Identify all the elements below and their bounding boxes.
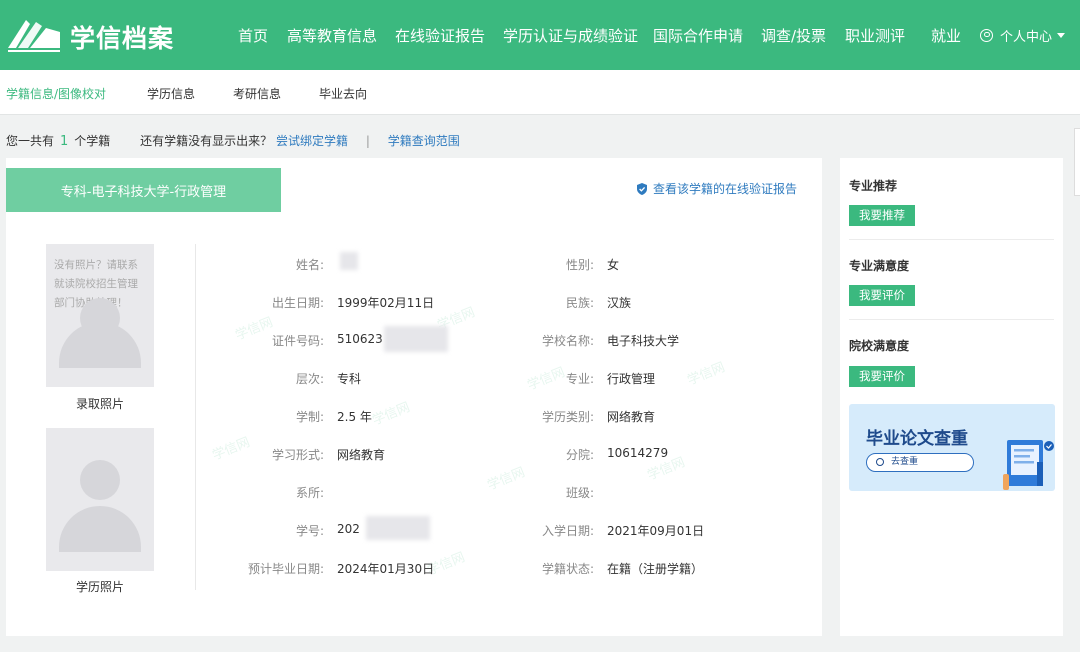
banner-title: 毕业论文查重 (866, 429, 968, 449)
study-form-label: 学习形式: (271, 448, 324, 462)
name-label: 姓名: (295, 258, 324, 272)
logo-text[interactable]: 学信档案 (70, 19, 174, 55)
nav-online-verification[interactable]: 在线验证报告 (395, 25, 485, 46)
watermark: 学信网 (685, 360, 728, 389)
side-float-tab[interactable] (1074, 128, 1080, 196)
monitor-illustration-icon (1003, 440, 1054, 490)
major-value: 行政管理 (607, 372, 656, 386)
enroll-date-value: 2021年09月01日 (607, 524, 705, 538)
student-id-label: 学号: (295, 524, 324, 538)
grad-date-value: 2024年01月30日 (337, 562, 435, 576)
sidebar-card: 专业推荐 我要推荐 专业满意度 我要评价 院校满意度 我要评价 毕业论文查重 去… (840, 158, 1063, 636)
class-label: 班级: (565, 486, 594, 500)
gender-label: 性别: (565, 258, 594, 272)
admission-photo-caption: 录取照片 (76, 397, 125, 411)
sub-navigation: 学籍信息/图像校对 学历信息 考研信息 毕业去向 (0, 70, 1080, 115)
user-icon (980, 29, 993, 42)
sidebar-divider (849, 239, 1054, 240)
count-prefix: 您一共有 (6, 134, 55, 148)
nav-career-test[interactable]: 职业测评 (845, 25, 905, 46)
record-count-bar: 您一共有 1 个学籍 还有学籍没有显示出来？ 尝试绑定学籍 | 学籍查询范围 (6, 132, 460, 149)
watermark: 学信网 (525, 365, 568, 394)
id-number-redacted (384, 326, 448, 352)
school-value: 电子科技大学 (607, 334, 680, 348)
enroll-date-label: 入学日期: (541, 524, 594, 538)
status-value: 在籍（注册学籍） (607, 562, 704, 576)
id-number-label: 证件号码: (271, 334, 324, 348)
watermark: 学信网 (210, 435, 253, 464)
nav-employment[interactable]: 就业 (931, 25, 961, 46)
top-header: 学信档案 首页 高等教育信息 在线验证报告 学历认证与成绩验证 国际合作申请 调… (0, 0, 1080, 70)
record-count: 1 (60, 134, 69, 149)
student-id-value: 202 (337, 522, 360, 536)
student-record-card: 学信网 学信网 学信网 学信网 学信网 学信网 学信网 学信网 学信网 学信网 … (6, 158, 822, 636)
school-record-tab[interactable]: 专科-电子科技大学-行政管理 (6, 168, 281, 212)
birthdate-label: 出生日期: (271, 296, 324, 310)
tab-degree-info[interactable]: 学历信息 (147, 85, 195, 102)
nav-home[interactable]: 首页 (238, 25, 268, 46)
grad-date-label: 预计毕业日期: (247, 562, 324, 576)
nav-degree-verification[interactable]: 学历认证与成绩验证 (503, 25, 638, 46)
watermark: 学信网 (485, 465, 528, 494)
student-id-redacted (366, 516, 430, 540)
watermark: 学信网 (370, 400, 413, 429)
tab-student-status[interactable]: 学籍信息/图像校对 (6, 85, 106, 102)
thesis-check-banner[interactable]: 毕业论文查重 去查重 (849, 404, 1055, 491)
category-value: 网络教育 (607, 410, 656, 424)
nav-higher-education[interactable]: 高等教育信息 (287, 25, 377, 46)
book-logo-icon[interactable] (6, 14, 62, 54)
avatar-placeholder (80, 460, 120, 500)
degree-photo (46, 428, 154, 571)
tab-postgrad-exam[interactable]: 考研信息 (233, 85, 281, 102)
verify-report-label: 查看该学籍的在线验证报告 (653, 182, 798, 196)
duration-value: 2.5 年 (337, 410, 372, 424)
id-number-value: 510623 (337, 332, 383, 346)
user-menu-label: 个人中心 (1000, 30, 1053, 45)
gender-value: 女 (607, 258, 620, 272)
watermark: 学信网 (233, 315, 276, 344)
tab-graduate-destination[interactable]: 毕业去向 (319, 85, 367, 102)
school-label: 学校名称: (541, 334, 594, 348)
avatar-placeholder-body (59, 506, 141, 552)
level-value: 专科 (337, 372, 362, 386)
ethnicity-label: 民族: (565, 296, 594, 310)
recommend-button[interactable]: 我要推荐 (849, 205, 915, 226)
major-satisfaction-title: 专业满意度 (849, 259, 910, 273)
nav-international[interactable]: 国际合作申请 (653, 25, 743, 46)
avatar-placeholder-body (59, 322, 141, 368)
branch-value: 10614279 (607, 446, 669, 460)
count-suffix: 个学籍 (74, 134, 111, 148)
major-recommend-title: 专业推荐 (849, 179, 898, 193)
branch-label: 分院: (565, 448, 594, 462)
birthdate-value: 1999年02月11日 (337, 296, 435, 310)
user-menu[interactable]: 个人中心 (980, 26, 1066, 45)
verify-report-link[interactable]: 查看该学籍的在线验证报告 (637, 180, 797, 197)
duration-label: 学制: (295, 410, 324, 424)
department-label: 系所: (295, 486, 324, 500)
search-icon (876, 458, 884, 466)
banner-check-label: 去查重 (891, 457, 919, 467)
link-divider: | (365, 134, 370, 148)
banner-check-button[interactable]: 去查重 (866, 453, 974, 472)
degree-photo-caption: 学历照片 (76, 580, 125, 594)
rate-major-button[interactable]: 我要评价 (849, 285, 915, 306)
sidebar-divider (849, 319, 1054, 320)
nav-survey[interactable]: 调查/投票 (761, 25, 826, 46)
status-label: 学籍状态: (541, 562, 594, 576)
rate-school-button[interactable]: 我要评价 (849, 366, 915, 387)
query-scope-link[interactable]: 学籍查询范围 (388, 134, 460, 148)
level-label: 层次: (295, 372, 324, 386)
name-redacted (340, 252, 358, 270)
admission-photo: 没有照片？请联系就读院校招生管理部门协助处理！ (46, 244, 154, 387)
column-divider (195, 244, 196, 590)
bind-record-link[interactable]: 尝试绑定学籍 (276, 134, 348, 148)
ethnicity-value: 汉族 (607, 296, 632, 310)
missing-question: 还有学籍没有显示出来？ (140, 134, 273, 148)
school-satisfaction-title: 院校满意度 (849, 339, 910, 353)
study-form-value: 网络教育 (337, 448, 386, 462)
chevron-down-icon (1057, 33, 1066, 38)
major-label: 专业: (565, 372, 594, 386)
shield-icon (637, 182, 647, 195)
category-label: 学历类别: (541, 410, 594, 424)
